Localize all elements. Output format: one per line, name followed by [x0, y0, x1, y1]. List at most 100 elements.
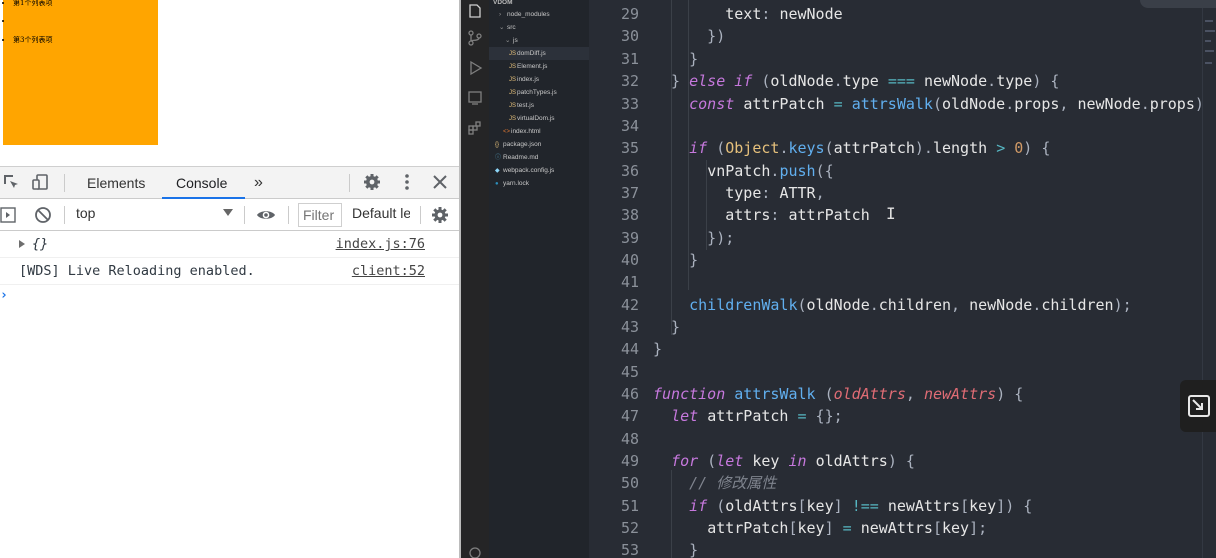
- code-line: let attrPatch = {};: [671, 407, 843, 425]
- code-line: attrPatch[key] = newAttrs[key];: [707, 519, 988, 537]
- tree-item-node-modules[interactable]: › node_modules: [489, 8, 589, 21]
- clear-console-icon[interactable]: [34, 206, 52, 229]
- eye-icon[interactable]: [256, 207, 276, 228]
- line-number: 40: [620, 251, 639, 269]
- tab-elements[interactable]: Elements: [87, 167, 145, 199]
- divider: [288, 206, 289, 224]
- code-line: text: newNode: [725, 5, 843, 23]
- tree-item-index-html[interactable]: <>index.html: [489, 125, 589, 138]
- picture-in-picture-button[interactable]: [1180, 380, 1216, 432]
- tree-item-label: webpack.config.js: [503, 167, 555, 174]
- console-prompt[interactable]: ›: [0, 288, 8, 303]
- tree-item-src[interactable]: ⌄ src: [489, 21, 589, 34]
- console-settings-gear-icon[interactable]: [431, 206, 449, 229]
- tree-item-label: package.json: [503, 141, 542, 148]
- source-link[interactable]: client:52: [352, 263, 425, 279]
- orange-container: 第1个列表项 第3个列表项: [3, 0, 158, 145]
- chevron-down-icon: ⌄: [505, 37, 511, 44]
- tree-item-domdiff[interactable]: JSdomDiff.js: [489, 47, 589, 60]
- code-line: }: [653, 251, 699, 269]
- context-select[interactable]: top: [76, 205, 95, 221]
- device-toolbar-icon[interactable]: [32, 173, 50, 191]
- account-icon[interactable]: [467, 546, 483, 558]
- code-line: }): [653, 27, 726, 45]
- minimap[interactable]: [1202, 0, 1216, 558]
- tree-item-label: domDiff.js: [517, 50, 546, 57]
- tree-item-js-folder[interactable]: ⌄ js: [489, 34, 589, 47]
- chevron-right-icon: ›: [499, 11, 502, 18]
- code-line: } else if (oldNode.type === newNode.type…: [653, 72, 1060, 90]
- tree-item-index-js[interactable]: JSindex.js: [489, 73, 589, 86]
- console-message[interactable]: [WDS] Live Reloading enabled. client:52: [0, 258, 459, 285]
- more-options-icon[interactable]: [398, 173, 416, 191]
- console-message-text: [WDS] Live Reloading enabled.: [19, 263, 255, 279]
- code-line: }: [653, 50, 699, 68]
- code-editor[interactable]: 29 30 31 32 33 34 35 36 37 38 39 40 41 4…: [589, 0, 1202, 558]
- list-item: [13, 17, 158, 26]
- tree-item-patchtypes[interactable]: JSpatchTypes.js: [489, 86, 589, 99]
- minimap-line: [1205, 30, 1215, 32]
- line-number: 30: [620, 27, 639, 45]
- close-icon[interactable]: [431, 173, 449, 191]
- tree-item-label: index.js: [517, 76, 540, 83]
- line-number: 53: [620, 541, 639, 558]
- tree-item-label: virtualDom.js: [517, 115, 555, 122]
- divider: [349, 174, 350, 192]
- settings-gear-icon[interactable]: [363, 173, 381, 191]
- line-number: 41: [620, 273, 639, 291]
- minimap-line: [1205, 20, 1213, 22]
- filter-input[interactable]: [298, 203, 342, 227]
- divider: [420, 206, 421, 224]
- code-line: if (Object.keys(attrPatch).length > 0) {: [689, 139, 1051, 157]
- tree-item-label: test.js: [517, 102, 534, 109]
- code-line: for (let key in oldAttrs) {: [671, 452, 915, 470]
- code-line: const attrPatch = attrsWalk(oldNode.prop…: [689, 95, 1202, 113]
- source-link[interactable]: index.js:76: [336, 236, 425, 252]
- yarn-file-icon: ●: [495, 181, 499, 187]
- line-number: 49: [620, 452, 639, 470]
- console-toolbar: top Default levels: [0, 199, 459, 231]
- tree-item-package-json[interactable]: {} package.json: [489, 138, 589, 151]
- extensions-icon[interactable]: [467, 120, 483, 136]
- tree-item-label: node_modules: [507, 11, 550, 18]
- run-debug-icon[interactable]: [467, 60, 483, 76]
- code-line: // 修改属性: [653, 472, 776, 494]
- tree-item-yarn-lock[interactable]: ● yarn.lock: [489, 177, 589, 190]
- tree-item-test[interactable]: JStest.js: [489, 99, 589, 112]
- code-line: }: [653, 340, 663, 358]
- tree-item-element[interactable]: JSElement.js: [489, 60, 589, 73]
- line-number: 31: [620, 50, 639, 68]
- divider: [64, 206, 65, 224]
- code-line: childrenWalk(oldNode.children, newNode.c…: [689, 296, 1132, 314]
- console-message[interactable]: {} index.js:76: [0, 231, 459, 258]
- line-number: 46: [620, 385, 639, 403]
- sidebar-toggle-icon[interactable]: [0, 207, 16, 228]
- source-control-icon[interactable]: [467, 30, 483, 46]
- code-line: type: ATTR,: [725, 184, 825, 202]
- inspect-element-icon[interactable]: [2, 173, 20, 191]
- code-line: });: [653, 229, 735, 247]
- tab-console[interactable]: Console: [162, 167, 245, 199]
- chevron-down-icon: ⌄: [499, 24, 505, 31]
- log-levels-select[interactable]: Default levels: [352, 205, 410, 221]
- remote-explorer-icon[interactable]: [467, 90, 483, 106]
- chevron-down-icon[interactable]: [223, 209, 233, 216]
- tree-item-readme[interactable]: ⓘ Readme.md: [489, 151, 589, 164]
- code-comment: // 修改属性: [689, 474, 777, 492]
- expand-triangle-icon[interactable]: [19, 240, 25, 248]
- more-tabs-button[interactable]: »: [254, 167, 263, 199]
- tree-item-label: yarn.lock: [503, 180, 530, 187]
- line-number: 34: [620, 117, 639, 135]
- line-number: 35: [620, 139, 639, 157]
- explorer-icon[interactable]: [467, 4, 483, 20]
- line-number: 43: [620, 318, 639, 336]
- line-number: 45: [620, 363, 639, 381]
- tree-item-webpack[interactable]: ◆ webpack.config.js: [489, 164, 589, 177]
- devtools-tabbar: Elements Console »: [0, 167, 459, 199]
- list: 第1个列表项 第3个列表项: [3, 0, 158, 45]
- list-item: 第1个列表项: [13, 0, 158, 8]
- tree-item-virtualdom[interactable]: JSvirtualDom.js: [489, 112, 589, 125]
